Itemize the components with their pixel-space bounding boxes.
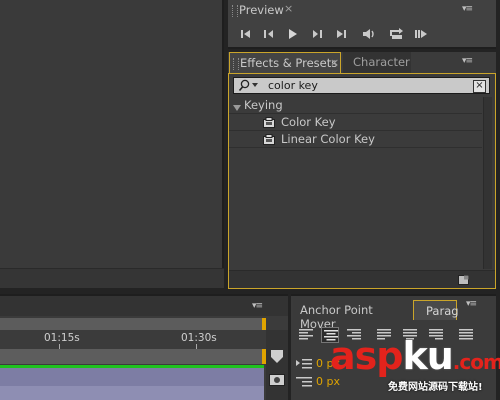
scrollbar[interactable] — [483, 97, 492, 269]
tick-label: 01:15s — [44, 332, 80, 344]
effects-search: × — [233, 77, 490, 94]
watermark-logo: aspku.com 免费网站源码下载站! — [330, 336, 500, 400]
preview-tab-title[interactable]: Preview — [239, 3, 284, 17]
indent-left-icon — [296, 358, 312, 370]
preview-panel: Preview × ▾≡ — [228, 0, 496, 49]
loop-icon[interactable] — [388, 27, 404, 41]
tick-label: 01:30s — [181, 332, 217, 344]
timeline-header: ▾≡ — [0, 294, 288, 316]
tab-anchor-point-mover[interactable]: Anchor Point Mover — [293, 300, 411, 331]
last-frame-icon[interactable] — [333, 27, 349, 41]
layer-bar[interactable] — [0, 386, 264, 400]
next-frame-icon[interactable] — [309, 27, 325, 41]
previous-frame-icon[interactable] — [261, 27, 277, 41]
watermark-tagline: 免费网站源码下载站! — [388, 382, 483, 393]
layer-bar[interactable] — [0, 368, 264, 386]
timeline-side-controls — [266, 330, 288, 400]
space-before-icon — [296, 376, 312, 388]
close-icon[interactable]: × — [284, 2, 293, 15]
panel-grip-icon[interactable] — [232, 5, 238, 17]
play-icon[interactable] — [285, 27, 301, 41]
tab-effects-presets[interactable]: Effects & Presets × — [229, 52, 341, 73]
composition-viewer-footer — [0, 268, 224, 288]
first-frame-icon[interactable] — [238, 27, 254, 41]
search-icon[interactable] — [238, 79, 260, 95]
snapshot-icon[interactable] — [269, 372, 285, 389]
tab-character[interactable]: Character — [343, 52, 411, 73]
panel-menu-icon[interactable]: ▾≡ — [466, 299, 477, 309]
panel-menu-icon[interactable]: ▾≡ — [252, 301, 263, 311]
effect-label: Linear Color Key — [281, 132, 375, 146]
tab-effects-presets-label: Effects & Presets — [240, 56, 338, 70]
search-input[interactable] — [268, 78, 468, 93]
list-item-category[interactable]: Keying — [229, 97, 482, 114]
close-icon[interactable]: × — [330, 56, 339, 69]
time-ruler[interactable] — [0, 318, 266, 330]
tab-paragraph-label: Parag — [426, 304, 459, 318]
list-item[interactable]: Linear Color Key — [229, 131, 482, 148]
tab-paragraph[interactable]: Parag — [413, 300, 459, 320]
tab-character-label: Character — [353, 55, 410, 69]
new-preset-icon[interactable] — [458, 275, 469, 288]
work-area-end-handle[interactable] — [262, 318, 266, 330]
panel-menu-icon[interactable]: ▾≡ — [462, 4, 473, 14]
effect-icon — [263, 117, 275, 131]
panel-grip-icon[interactable] — [233, 58, 239, 70]
effects-panel-footer — [229, 270, 495, 288]
category-label: Keying — [244, 98, 283, 112]
list-item[interactable]: Color Key — [229, 114, 482, 131]
comp-marker-icon[interactable] — [270, 350, 284, 367]
ram-preview-icon[interactable] — [413, 27, 429, 41]
align-left-icon[interactable] — [297, 327, 315, 343]
clear-search-icon[interactable]: × — [473, 80, 486, 93]
panel-menu-icon[interactable]: ▾≡ — [462, 56, 473, 66]
audio-icon[interactable] — [361, 27, 377, 41]
watermark-brand: aspku.com — [330, 334, 500, 378]
track-row[interactable] — [0, 349, 264, 364]
effect-icon — [263, 134, 275, 148]
effect-label: Color Key — [281, 115, 336, 129]
composition-viewer[interactable] — [0, 0, 224, 288]
